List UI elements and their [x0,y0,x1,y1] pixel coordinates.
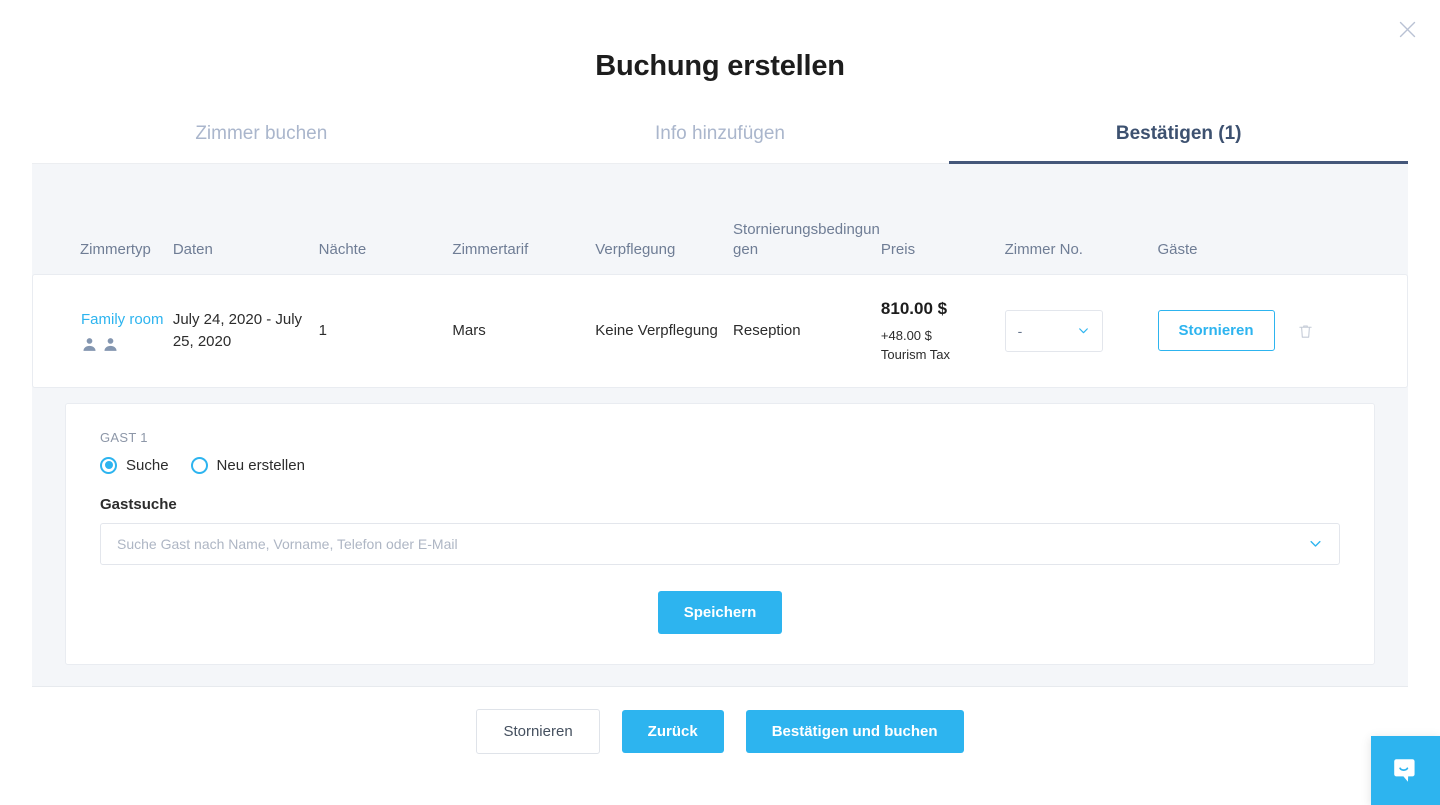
room-no-select[interactable]: - [1004,309,1103,352]
stornieren-row-button[interactable]: Stornieren [1157,310,1275,352]
gastsuche-label: Gastsuche [100,495,177,513]
occupancy-icons [81,336,173,353]
radio-suche-label: Suche [126,456,169,474]
cell-price: 810.00 $ +48.00 $ Tourism Tax [880,274,1005,388]
save-button[interactable]: Speichern [657,590,783,634]
person-icon [104,337,117,351]
col-verpflegung: Verpflegung [595,240,676,258]
page-title: Buchung erstellen [595,50,845,82]
col-preis: Preis [880,240,916,258]
price-amount: 810.00 $ [880,299,948,318]
guest-card: GAST 1 Suche Neu erstellen Gastsuche Suc… [65,402,1375,665]
tab-bestaetigen[interactable]: Bestätigen (1) [949,123,1409,164]
confirm-and-book-button[interactable]: Bestätigen und buchen [745,710,964,753]
guest-search-placeholder: Suche Gast nach Name, Vorname, Telefon o… [117,535,458,552]
save-row: Speichern [100,590,1340,634]
cell-room-type: Family room [32,274,173,388]
tab-info-hinzufuegen[interactable]: Info hinzufügen [491,123,950,163]
create-booking-modal: Buchung erstellen Zimmer buchen Info hin… [0,0,1440,805]
intercom-chat-button[interactable] [1371,736,1440,805]
cell-cancellation: Reseption [733,274,881,388]
guest-search-field[interactable]: Suche Gast nach Name, Vorname, Telefon o… [100,522,1340,565]
price-extra-label: Tourism Tax [880,347,951,363]
rooms-table: Zimmertyp Daten Nächte Zimmertarif Verpf… [32,164,1408,388]
trash-icon[interactable] [1297,322,1314,341]
chat-bubble-icon [1393,758,1415,782]
modal-footer: Stornieren Zurück Bestätigen und buchen [0,687,1440,754]
cancel-button[interactable]: Stornieren [476,709,600,754]
tab-bar: Zimmer buchen Info hinzufügen Bestätigen… [32,123,1409,164]
cell-dates: July 24, 2020 - July 25, 2020 [172,274,319,388]
radio-neu-erstellen[interactable]: Neu erstellen [190,456,305,474]
back-button[interactable]: Zurück [621,710,724,753]
chevron-down-icon [1078,328,1088,334]
cell-guests: Stornieren [1157,274,1408,388]
tab-zimmer-buchen[interactable]: Zimmer buchen [32,123,491,163]
table-header-row: Zimmertyp Daten Nächte Zimmertarif Verpf… [32,164,1408,274]
room-type-link[interactable]: Family room [81,309,173,331]
radio-suche[interactable]: Suche [100,456,169,474]
col-zimmertyp: Zimmertyp [80,240,151,258]
chevron-down-icon [1310,541,1321,547]
close-icon[interactable] [1392,14,1422,44]
cell-board: Keine Verpflegung [595,274,734,388]
radio-selected-icon [100,456,117,474]
room-no-value: - [1017,322,1023,339]
col-gaeste: Gäste [1157,240,1198,258]
radio-unselected-icon [190,456,208,474]
radio-neu-erstellen-label: Neu erstellen [216,456,305,474]
person-icon [83,337,96,351]
col-zimmer-no: Zimmer No. [1004,240,1083,258]
cell-nights: 1 [318,274,453,388]
cell-room-no: - [1004,274,1158,388]
booking-content: Zimmertyp Daten Nächte Zimmertarif Verpf… [32,164,1408,687]
guest-index-label: GAST 1 [100,429,148,445]
col-daten: Daten [172,240,213,258]
table-row: Family room July 24, 2020 - July 25, 202… [32,274,1408,388]
cell-rate: Mars [452,274,596,388]
col-zimmertarif: Zimmertarif [452,240,529,258]
guest-mode-radio-group: Suche Neu erstellen [100,456,1340,474]
price-extra: +48.00 $ [880,327,932,343]
col-stornierungsbedingungen: Stornierungsbedingungen [733,220,880,258]
col-naechte: Nächte [318,240,367,258]
